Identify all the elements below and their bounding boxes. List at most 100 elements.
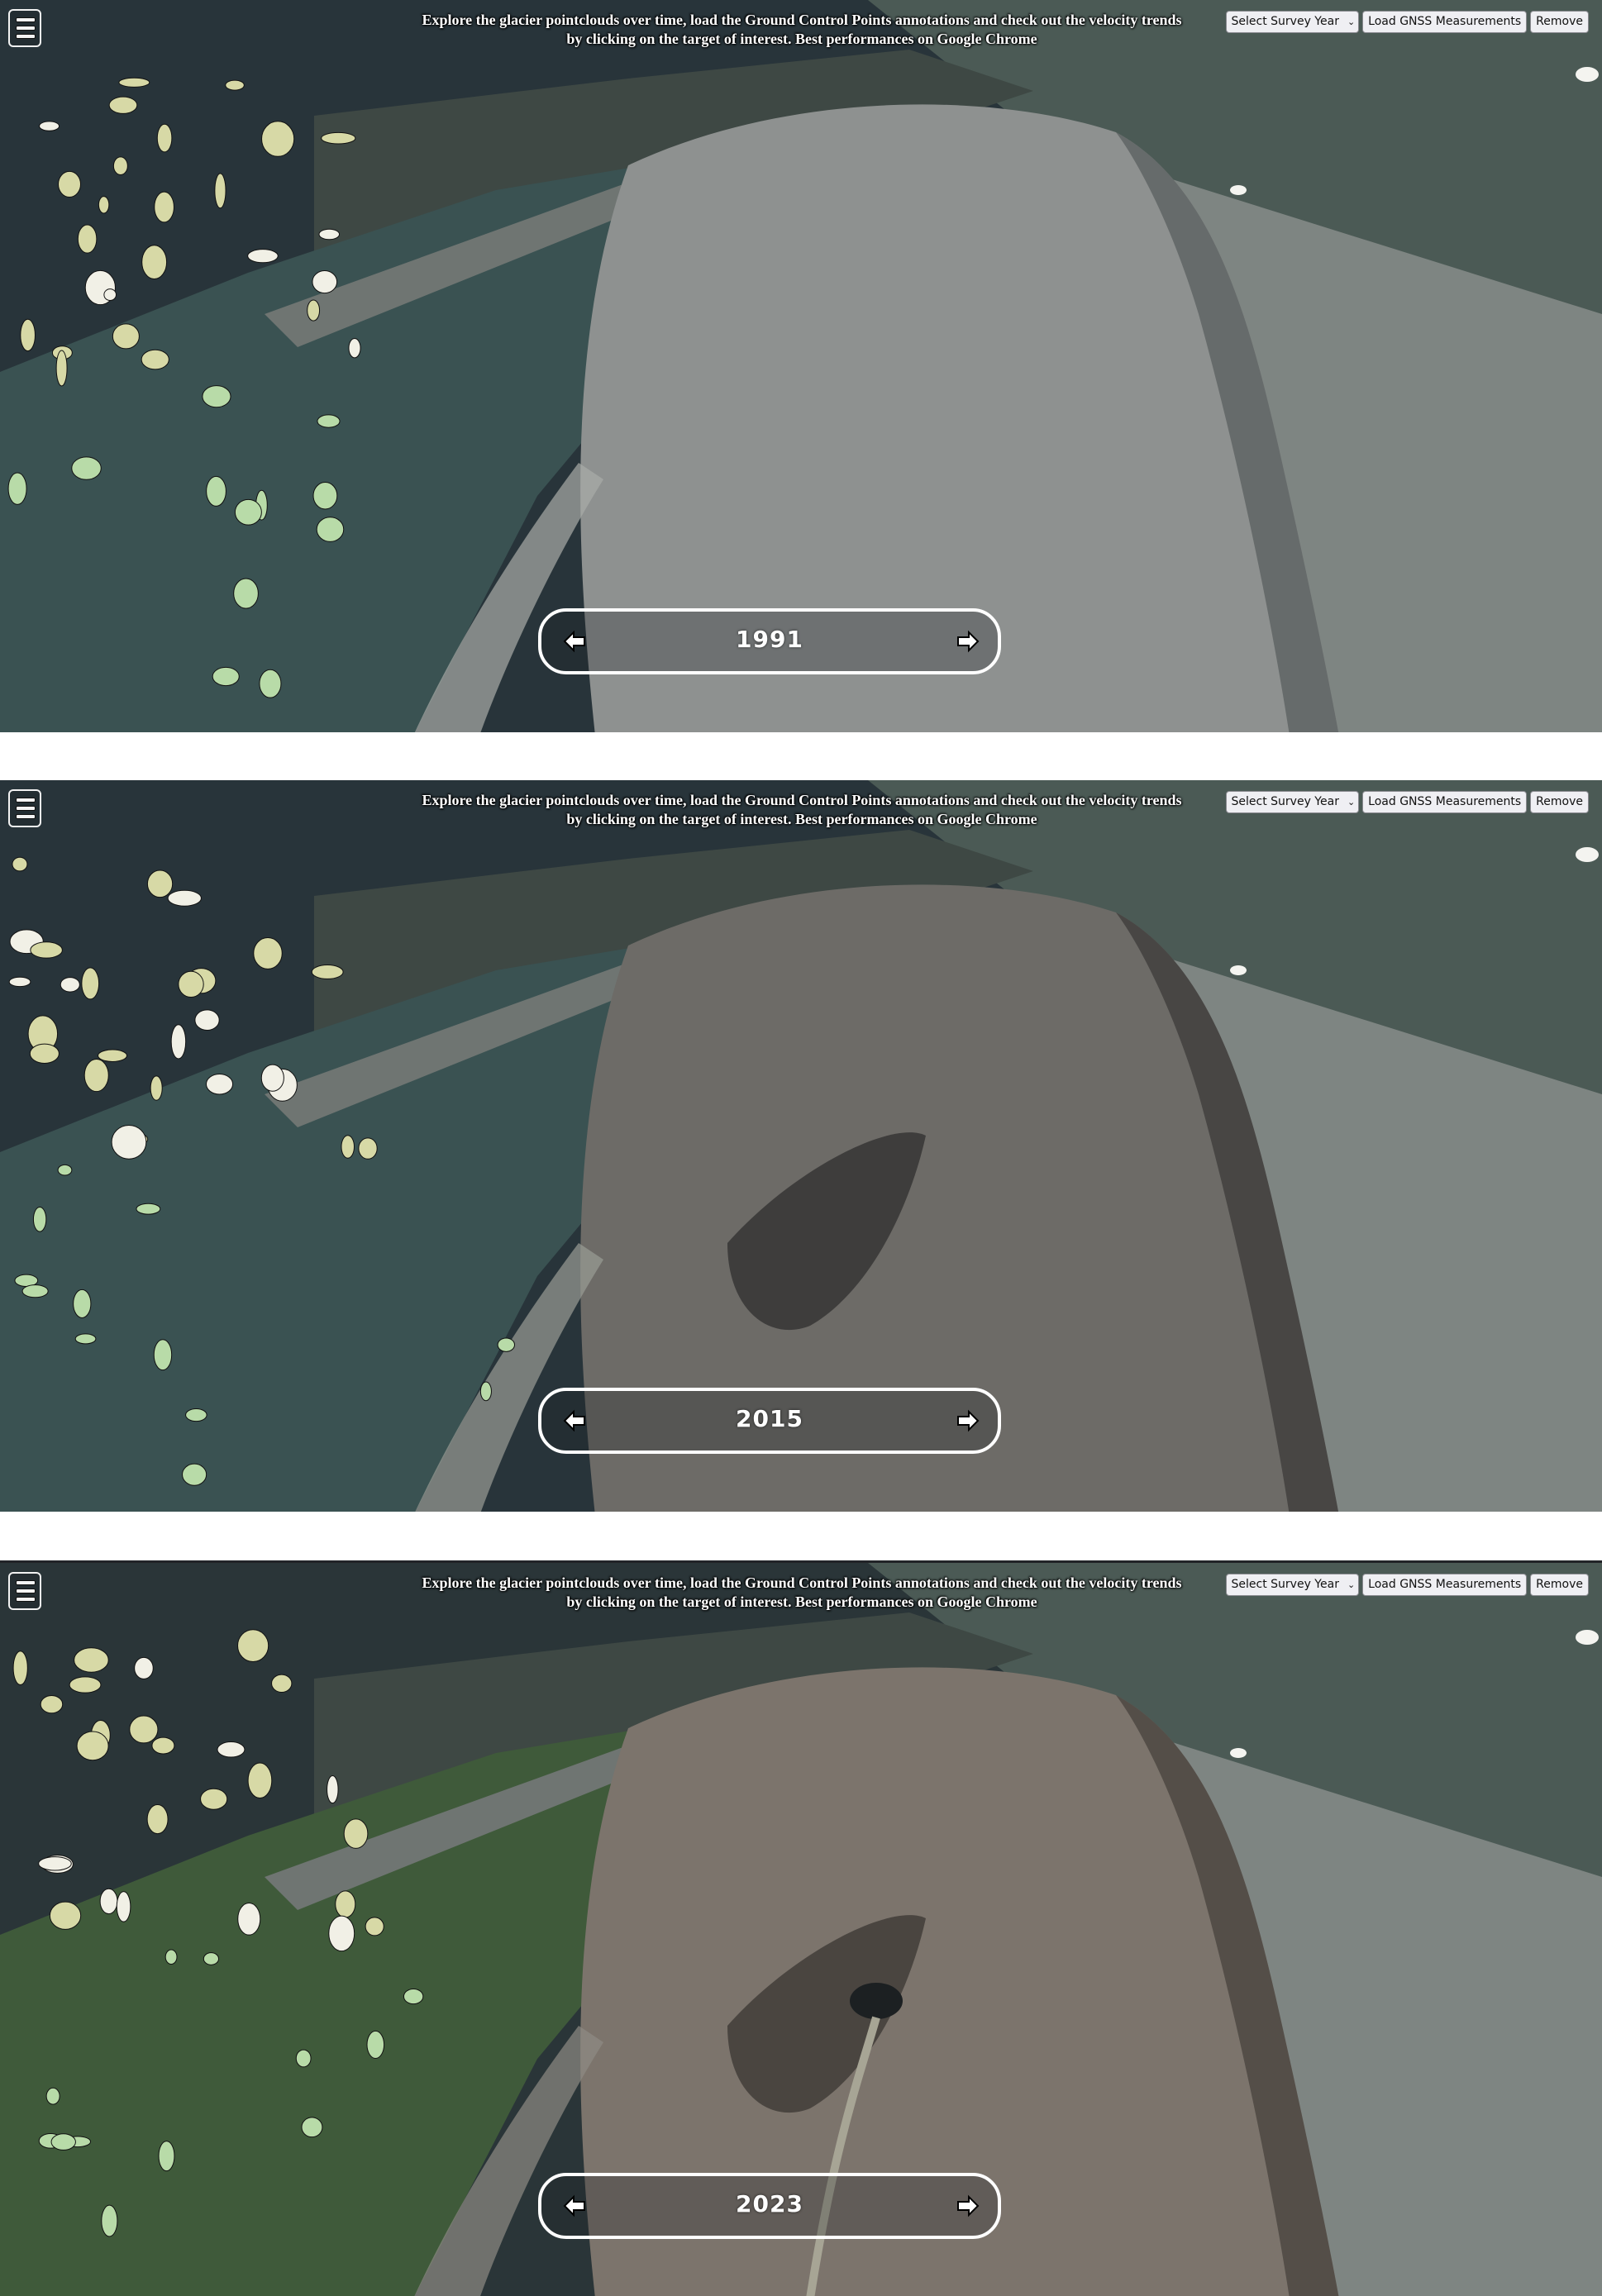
clearing-patch — [185, 1408, 207, 1422]
toolbar: Select Survey Year ⌄ Load GNSS Measuremen… — [1225, 11, 1589, 33]
lichen-patch — [60, 977, 80, 993]
clearing-patch — [479, 1381, 492, 1402]
clearing-patch — [153, 1339, 173, 1371]
survey-year-select[interactable]: Select Survey Year ⌄ — [1225, 791, 1360, 813]
remove-button[interactable]: Remove — [1530, 791, 1589, 813]
lichen-patch — [341, 1135, 355, 1159]
lichen-patch — [217, 1741, 246, 1758]
lichen-patch — [99, 1888, 118, 1915]
clearing-patch — [164, 1949, 178, 1965]
survey-year-select[interactable]: Select Survey Year ⌄ — [1225, 11, 1360, 33]
lichen-patch — [83, 1058, 109, 1093]
lichen-patch — [261, 121, 295, 157]
instructions-text: Explore the glacier pointclouds over tim… — [422, 1574, 1182, 1610]
lichen-patch — [49, 1901, 82, 1930]
lichen-patch — [108, 96, 138, 114]
year-navigator: 2015 — [538, 1388, 1001, 1454]
snow-spot — [1230, 1748, 1247, 1758]
lichen-patch — [40, 1695, 64, 1714]
snow-spot — [1230, 185, 1247, 195]
lichen-patch — [118, 77, 150, 88]
clearing-patch — [101, 2204, 118, 2237]
arrow-right-icon[interactable] — [956, 1409, 980, 1432]
viewer-panel-2015[interactable]: Explore the glacier pointclouds over tim… — [0, 780, 1602, 1512]
clearing-patch — [73, 1289, 92, 1318]
lichen-patch — [318, 228, 341, 241]
remove-button[interactable]: Remove — [1530, 11, 1589, 33]
lichen-patch — [328, 1915, 355, 1952]
clearing-patch — [206, 475, 226, 507]
year-label: 2023 — [736, 2190, 803, 2217]
survey-year-select-value: Select Survey Year — [1231, 15, 1339, 28]
hamburger-menu-icon[interactable] — [8, 1572, 41, 1610]
lichen-patch — [321, 131, 356, 145]
lichen-patch — [77, 224, 98, 254]
lichen-patch — [8, 976, 31, 988]
clearing-patch — [233, 578, 259, 609]
lichen-patch — [76, 1731, 109, 1761]
year-label: 1991 — [736, 626, 803, 653]
lichen-patch — [116, 1891, 131, 1922]
clearing-patch — [45, 2087, 60, 2105]
lichen-patch — [312, 269, 338, 294]
lichen-patch — [146, 1804, 169, 1835]
survey-year-select-value: Select Survey Year — [1231, 1578, 1339, 1591]
remove-button[interactable]: Remove — [1530, 1574, 1589, 1596]
lichen-patch — [129, 1715, 159, 1744]
survey-year-select-value: Select Survey Year — [1231, 795, 1339, 808]
snow-spot — [1576, 67, 1599, 82]
clearing-patch — [50, 2133, 76, 2151]
lichen-patch — [150, 1075, 163, 1101]
lichen-patch — [260, 1064, 284, 1092]
clearing-patch — [234, 498, 262, 526]
arrow-right-icon[interactable] — [956, 630, 980, 653]
lichen-patch — [69, 1676, 102, 1693]
clearing-patch — [259, 669, 282, 698]
lichen-patch — [237, 1629, 269, 1663]
hamburger-menu-icon[interactable] — [8, 789, 41, 827]
clearing-patch — [212, 666, 240, 687]
lichen-patch — [103, 288, 117, 302]
clearing-patch — [136, 1203, 161, 1215]
lichen-patch — [358, 1137, 378, 1160]
ice-cave — [850, 1983, 903, 2019]
lichen-patch — [141, 245, 168, 280]
lichen-patch — [38, 1856, 72, 1871]
lichen-patch — [151, 1736, 175, 1755]
clearing-patch — [203, 1952, 220, 1965]
viewer-panel-2023[interactable]: Explore the glacier pointclouds over tim… — [0, 1560, 1602, 2296]
hamburger-menu-icon[interactable] — [8, 9, 41, 47]
lichen-patch — [39, 121, 60, 131]
clearing-patch — [202, 385, 231, 408]
survey-year-select[interactable]: Select Survey Year ⌄ — [1225, 1574, 1360, 1596]
snow-spot — [1576, 1630, 1599, 1645]
lichen-patch — [311, 965, 344, 979]
lichen-patch — [111, 1124, 147, 1160]
lichen-patch — [348, 337, 361, 359]
clearing-patch — [301, 2117, 323, 2138]
lichen-patch — [156, 123, 173, 153]
lichen-patch — [112, 156, 128, 176]
chevron-down-icon: ⌄ — [1347, 17, 1356, 27]
lichen-patch — [178, 970, 204, 998]
load-gnss-button[interactable]: Load GNSS Measurements — [1362, 1574, 1528, 1596]
lichen-patch — [154, 191, 174, 223]
instructions-text: Explore the glacier pointclouds over tim… — [422, 12, 1182, 47]
chevron-down-icon: ⌄ — [1347, 797, 1356, 807]
lichen-patch — [253, 937, 283, 969]
year-label: 2015 — [736, 1405, 803, 1432]
lichen-patch — [12, 856, 28, 872]
toolbar: Select Survey Year ⌄ Load GNSS Measuremen… — [1225, 1574, 1589, 1596]
year-navigator: 1991 — [538, 608, 1001, 674]
lichen-patch — [81, 967, 100, 1000]
load-gnss-button[interactable]: Load GNSS Measurements — [1362, 791, 1528, 813]
clearing-patch — [403, 1989, 424, 2005]
lichen-patch — [271, 1674, 293, 1693]
lichen-patch — [12, 1651, 28, 1686]
lichen-patch — [205, 1073, 234, 1095]
arrow-right-icon[interactable] — [956, 2194, 980, 2217]
lichen-patch — [237, 1902, 261, 1936]
load-gnss-button[interactable]: Load GNSS Measurements — [1362, 11, 1528, 33]
viewer-panel-1991[interactable]: Explore the glacier pointclouds over tim… — [0, 0, 1602, 732]
chevron-down-icon: ⌄ — [1347, 1579, 1356, 1590]
